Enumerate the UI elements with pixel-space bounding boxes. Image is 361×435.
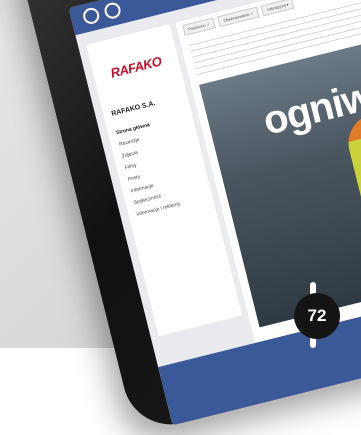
page-name: RAFAKO S.A. <box>110 100 157 118</box>
poster-word: ogniwo <box>258 68 361 144</box>
liked-button[interactable]: Polubiono ✓ <box>182 17 217 36</box>
logo-text: RAFAKO <box>108 53 163 81</box>
messenger-icon[interactable] <box>81 6 101 26</box>
company-logo: RAFAKO <box>96 35 176 98</box>
phone-screen: RAFAKO RAFAKO S.A. Strona główna Recenzj… <box>68 0 361 426</box>
worker-figure <box>342 101 361 296</box>
page-nav: Strona główna Recenzje Zdjęcia Filmy Pos… <box>116 120 183 224</box>
chat-icon[interactable] <box>102 0 123 21</box>
number-badge: 72 <box>294 293 340 339</box>
